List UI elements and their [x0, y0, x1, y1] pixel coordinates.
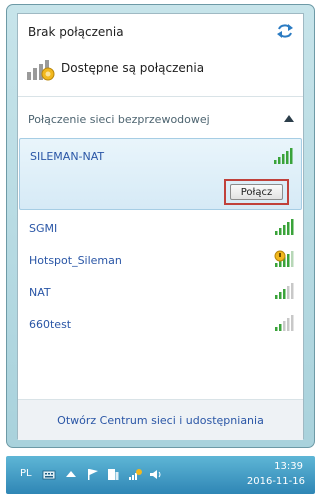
available-connections-label: Dostępne są połączenia — [61, 61, 205, 75]
network-item[interactable]: 660test — [19, 310, 302, 340]
flag-icon[interactable] — [86, 468, 100, 481]
connect-button[interactable]: Połącz — [230, 184, 283, 200]
device-icon[interactable] — [106, 468, 120, 481]
language-indicator[interactable]: PL — [20, 468, 32, 479]
network-flyout: Brak połączenia Dostępne są połączenia P… — [6, 4, 315, 448]
wireless-section-header[interactable]: Połączenie sieci bezprzewodowej — [18, 104, 303, 136]
signal-strength-icon — [275, 219, 294, 235]
network-status-icon[interactable] — [128, 468, 142, 481]
network-name: SILEMAN-NAT — [30, 150, 105, 163]
keyboard-icon[interactable] — [42, 468, 56, 481]
show-hidden-icons-icon[interactable] — [64, 468, 78, 481]
network-available-icon — [27, 60, 55, 81]
network-item[interactable]: SGMI — [19, 214, 302, 244]
connect-button-highlight: Połącz — [224, 179, 289, 205]
clock-time[interactable]: 13:39 — [274, 461, 303, 472]
network-name: NAT — [29, 286, 51, 299]
wireless-section-label: Połączenie sieci bezprzewodowej — [28, 113, 210, 126]
network-item-selected[interactable]: SILEMAN-NAT Połącz — [19, 138, 302, 210]
secured-signal-icon — [274, 250, 294, 267]
network-name: SGMI — [29, 222, 58, 235]
network-item[interactable]: Hotspot_Sileman — [19, 246, 302, 276]
available-connections-row: Dostępne są połączenia — [26, 54, 286, 84]
network-name: Hotspot_Sileman — [29, 254, 122, 267]
network-name: 660test — [29, 318, 72, 331]
flyout-footer: Otwórz Centrum sieci i udostępniania — [18, 399, 303, 440]
refresh-icon[interactable] — [276, 23, 294, 39]
network-item[interactable]: NAT — [19, 278, 302, 308]
signal-strength-icon — [274, 148, 293, 164]
divider — [18, 96, 303, 97]
clock-date[interactable]: 2016-11-16 — [247, 476, 305, 487]
network-center-link[interactable]: Otwórz Centrum sieci i udostępniania — [18, 414, 303, 427]
chevron-up-icon[interactable] — [284, 115, 294, 123]
connection-status-title: Brak połączenia — [28, 25, 124, 39]
speaker-icon[interactable] — [148, 468, 162, 481]
signal-strength-icon — [275, 283, 294, 299]
taskbar: PL 13:39 2016-11-16 — [6, 456, 315, 494]
network-panel: Brak połączenia Dostępne są połączenia P… — [17, 13, 304, 440]
signal-strength-icon — [275, 315, 294, 331]
